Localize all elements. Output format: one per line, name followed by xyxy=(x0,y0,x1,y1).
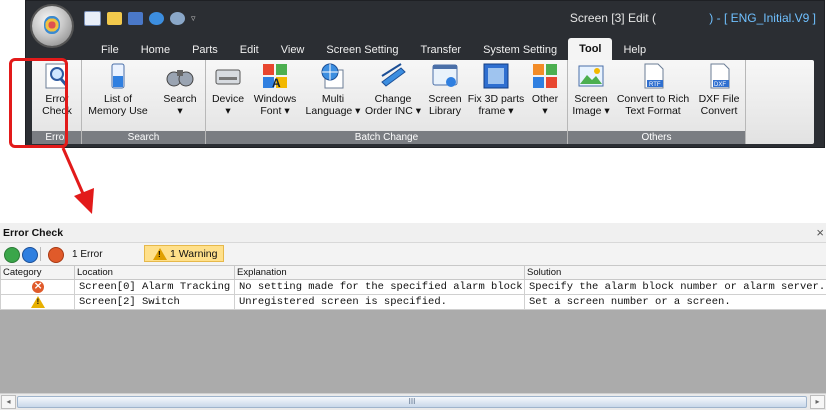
solution-cell: Set a screen number or a screen. xyxy=(524,294,826,310)
pane-title-bar: Error Check × xyxy=(0,223,826,243)
warning-icon xyxy=(30,295,45,308)
location-cell: Screen[2] Switch xyxy=(74,294,235,310)
solution-cell: Specify the alarm block number or alarm … xyxy=(524,279,826,295)
explanation-cell: Unregistered screen is specified. xyxy=(234,294,525,310)
horizontal-scrollbar[interactable]: ◂ III ▸ xyxy=(0,393,826,410)
location-cell: Screen[0] Alarm Tracking xyxy=(74,279,235,295)
error-check-toolbar: 1 Error 1 Warning xyxy=(0,243,826,265)
column-location[interactable]: Location xyxy=(74,265,235,280)
close-icon[interactable]: × xyxy=(816,225,824,240)
column-solution[interactable]: Solution xyxy=(524,265,826,280)
scroll-right-icon[interactable]: ▸ xyxy=(810,395,825,409)
error-count-button[interactable]: 1 Error xyxy=(72,249,103,260)
pane-title: Error Check xyxy=(3,227,64,239)
results-table: Category Location Explanation Solution S… xyxy=(0,265,826,310)
error-icon xyxy=(31,281,44,293)
explanation-cell: No setting made for the specified alarm … xyxy=(234,279,525,295)
column-category[interactable]: Category xyxy=(0,265,75,280)
warning-filter-button[interactable]: 1 Warning xyxy=(144,245,224,262)
results-area: Category Location Explanation Solution S… xyxy=(0,265,826,393)
toolbar-separator xyxy=(40,247,41,261)
error-filter-icon[interactable] xyxy=(48,247,64,263)
error-check-pane: Error Check × 1 Error 1 Warning Category… xyxy=(0,223,826,410)
table-row[interactable]: Screen[2] Switch Unregistered screen is … xyxy=(0,294,826,310)
table-row[interactable]: Screen[0] Alarm Tracking No setting made… xyxy=(0,279,826,295)
warning-icon xyxy=(153,248,167,260)
refresh-check-icon[interactable] xyxy=(4,247,20,263)
table-header-row: Category Location Explanation Solution xyxy=(0,265,826,280)
scrollbar-thumb[interactable]: III xyxy=(17,396,807,408)
recheck-icon[interactable] xyxy=(22,247,38,263)
category-cell xyxy=(0,294,75,310)
scrollbar-grip: III xyxy=(408,397,416,406)
category-cell xyxy=(0,279,75,295)
scroll-left-icon[interactable]: ◂ xyxy=(1,395,16,409)
column-explanation[interactable]: Explanation xyxy=(234,265,525,280)
